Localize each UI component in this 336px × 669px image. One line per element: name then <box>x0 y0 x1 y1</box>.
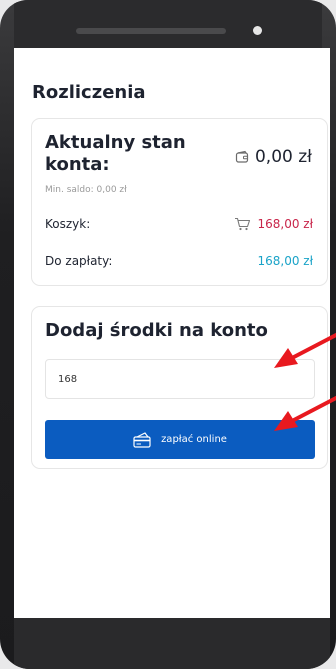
phone-top-bezel <box>14 0 322 48</box>
cart-amount[interactable]: 168,00 zł <box>234 217 313 231</box>
balance-amount-text: 0,00 zł <box>254 147 312 167</box>
balance-card: Aktualny stan konta: 0,00 zł Min. saldo:… <box>31 118 328 286</box>
pay-online-label: zapłać online <box>161 434 227 445</box>
speaker-grille <box>76 28 226 34</box>
balance-amount: 0,00 zł <box>235 147 312 167</box>
phone-bottom-bezel <box>14 618 330 669</box>
add-funds-title: Dodaj środki na konto <box>45 320 268 341</box>
cart-label: Koszyk: <box>45 217 91 231</box>
card-payment-icon <box>133 431 151 448</box>
wallet-icon <box>235 150 249 163</box>
cart-row: Koszyk: 168,00 zł <box>45 217 313 231</box>
annotation-arrow-icon <box>274 332 336 368</box>
page-title: Rozliczenia <box>32 82 146 103</box>
cart-icon <box>235 217 251 231</box>
to-pay-row: Do zapłaty: 168,00 zł <box>45 254 313 268</box>
annotation-arrow-icon <box>274 395 336 431</box>
to-pay-amount: 168,00 zł <box>257 254 313 268</box>
camera-icon <box>253 26 262 35</box>
to-pay-label: Do zapłaty: <box>45 254 113 268</box>
min-saldo: Min. saldo: 0,00 zł <box>45 185 127 195</box>
balance-title: Aktualny stan konta: <box>45 132 186 175</box>
cart-amount-text: 168,00 zł <box>257 217 313 231</box>
